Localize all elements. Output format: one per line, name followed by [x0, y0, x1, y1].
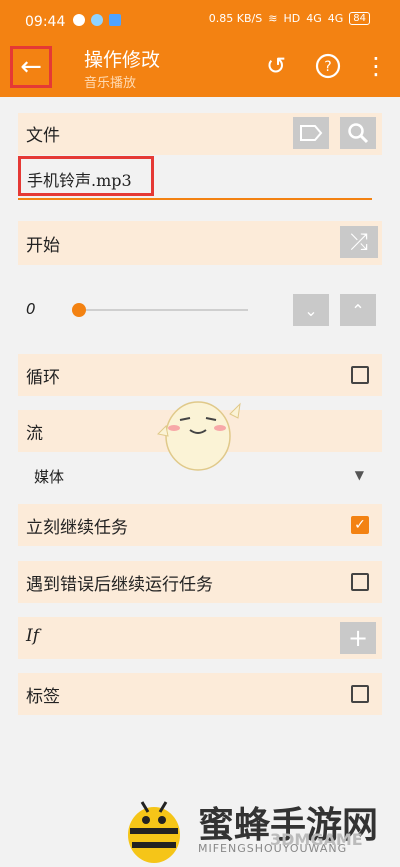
- stream-select-value: 媒体: [34, 468, 65, 486]
- shuffle-icon: ⤮: [350, 229, 368, 255]
- loop-label: 循环: [26, 368, 60, 388]
- status-right: 0.85 KB/S ≋ HD 4G 4G 84: [209, 12, 370, 25]
- file-input-wrap: 手机铃声.mp3: [18, 156, 382, 202]
- continue-label: 立刻继续任务: [26, 518, 128, 538]
- file-label: 文件: [26, 126, 60, 146]
- if-label: If: [26, 626, 40, 646]
- chevron-down-icon: ⌄: [304, 300, 318, 320]
- continue-checkbox[interactable]: ✓: [351, 516, 369, 534]
- battery-icon: 84: [349, 12, 370, 25]
- start-row: 开始 ⤮: [18, 221, 382, 265]
- hd-badge: HD: [283, 12, 301, 25]
- undo-button[interactable]: ↺: [262, 52, 290, 80]
- app-bar: ← 操作修改 音乐播放 ↺ ? ⋮: [0, 40, 400, 97]
- continue-on-error-row[interactable]: 遇到错误后继续运行任务: [18, 561, 382, 603]
- tag-checkbox[interactable]: [351, 685, 369, 703]
- search-file-button[interactable]: [340, 117, 376, 149]
- undo-icon: ↺: [265, 52, 287, 80]
- more-vert-icon: ⋮: [364, 52, 388, 80]
- wifi-icon: ≋: [268, 12, 278, 25]
- slider-value: 0: [26, 300, 36, 318]
- tag-label: 标签: [26, 687, 60, 707]
- arrow-left-icon: ←: [20, 52, 42, 82]
- loop-checkbox[interactable]: [351, 366, 369, 384]
- status-time: 09:44: [25, 14, 66, 30]
- continue-row[interactable]: 立刻继续任务 ✓: [18, 504, 382, 546]
- translate-icon: [109, 14, 121, 26]
- mascot-image: [156, 401, 241, 471]
- add-condition-button[interactable]: +: [340, 622, 376, 654]
- help-button[interactable]: ?: [314, 52, 342, 80]
- svg-text:?: ?: [324, 59, 331, 75]
- input-underline: [18, 198, 372, 200]
- watermark-overlay: 3DMGAME: [270, 830, 363, 849]
- status-bar: 09:44 0.85 KB/S ≋ HD 4G 4G 84: [0, 0, 400, 40]
- more-options-button[interactable]: ⋮: [362, 52, 390, 80]
- chevron-up-icon: ⌃: [351, 300, 365, 320]
- stream-label: 流: [26, 424, 43, 444]
- continue-on-error-checkbox[interactable]: [351, 573, 369, 591]
- label-tag-icon: [300, 125, 323, 141]
- continue-on-error-label: 遇到错误后继续运行任务: [26, 575, 213, 595]
- dropdown-arrow-icon: ▼: [354, 468, 364, 482]
- decrease-button[interactable]: ⌄: [293, 294, 329, 326]
- back-button[interactable]: ←: [10, 46, 52, 88]
- start-label: 开始: [26, 236, 60, 256]
- signal-icon-2: 4G: [327, 12, 344, 25]
- slider-track[interactable]: [80, 309, 248, 311]
- search-icon: [348, 123, 369, 144]
- tag-row[interactable]: 标签: [18, 673, 382, 715]
- watermark: 蜜蜂手游网 MIFENGSHOUYOUWANG 3DMGAME: [120, 790, 400, 867]
- increase-button[interactable]: ⌃: [340, 294, 376, 326]
- page-subtitle: 音乐播放: [84, 76, 137, 91]
- slider-row: 0 ⌄ ⌃: [18, 290, 382, 330]
- page-title: 操作修改: [84, 49, 161, 71]
- app-notification-icon: [91, 14, 103, 26]
- notification-icon: [73, 14, 85, 26]
- file-name-input[interactable]: 手机铃声.mp3: [18, 156, 154, 196]
- tag-variable-button[interactable]: [293, 117, 329, 149]
- shuffle-button[interactable]: ⤮: [340, 226, 378, 258]
- file-row: 文件: [18, 113, 382, 155]
- plus-icon: +: [347, 624, 369, 652]
- bee-logo-icon: [128, 801, 180, 863]
- signal-icon-1: 4G: [306, 12, 322, 25]
- if-row: If +: [18, 617, 382, 659]
- help-icon: ?: [315, 53, 341, 79]
- net-speed: 0.85 KB/S: [208, 12, 263, 25]
- slider-thumb[interactable]: [72, 303, 86, 317]
